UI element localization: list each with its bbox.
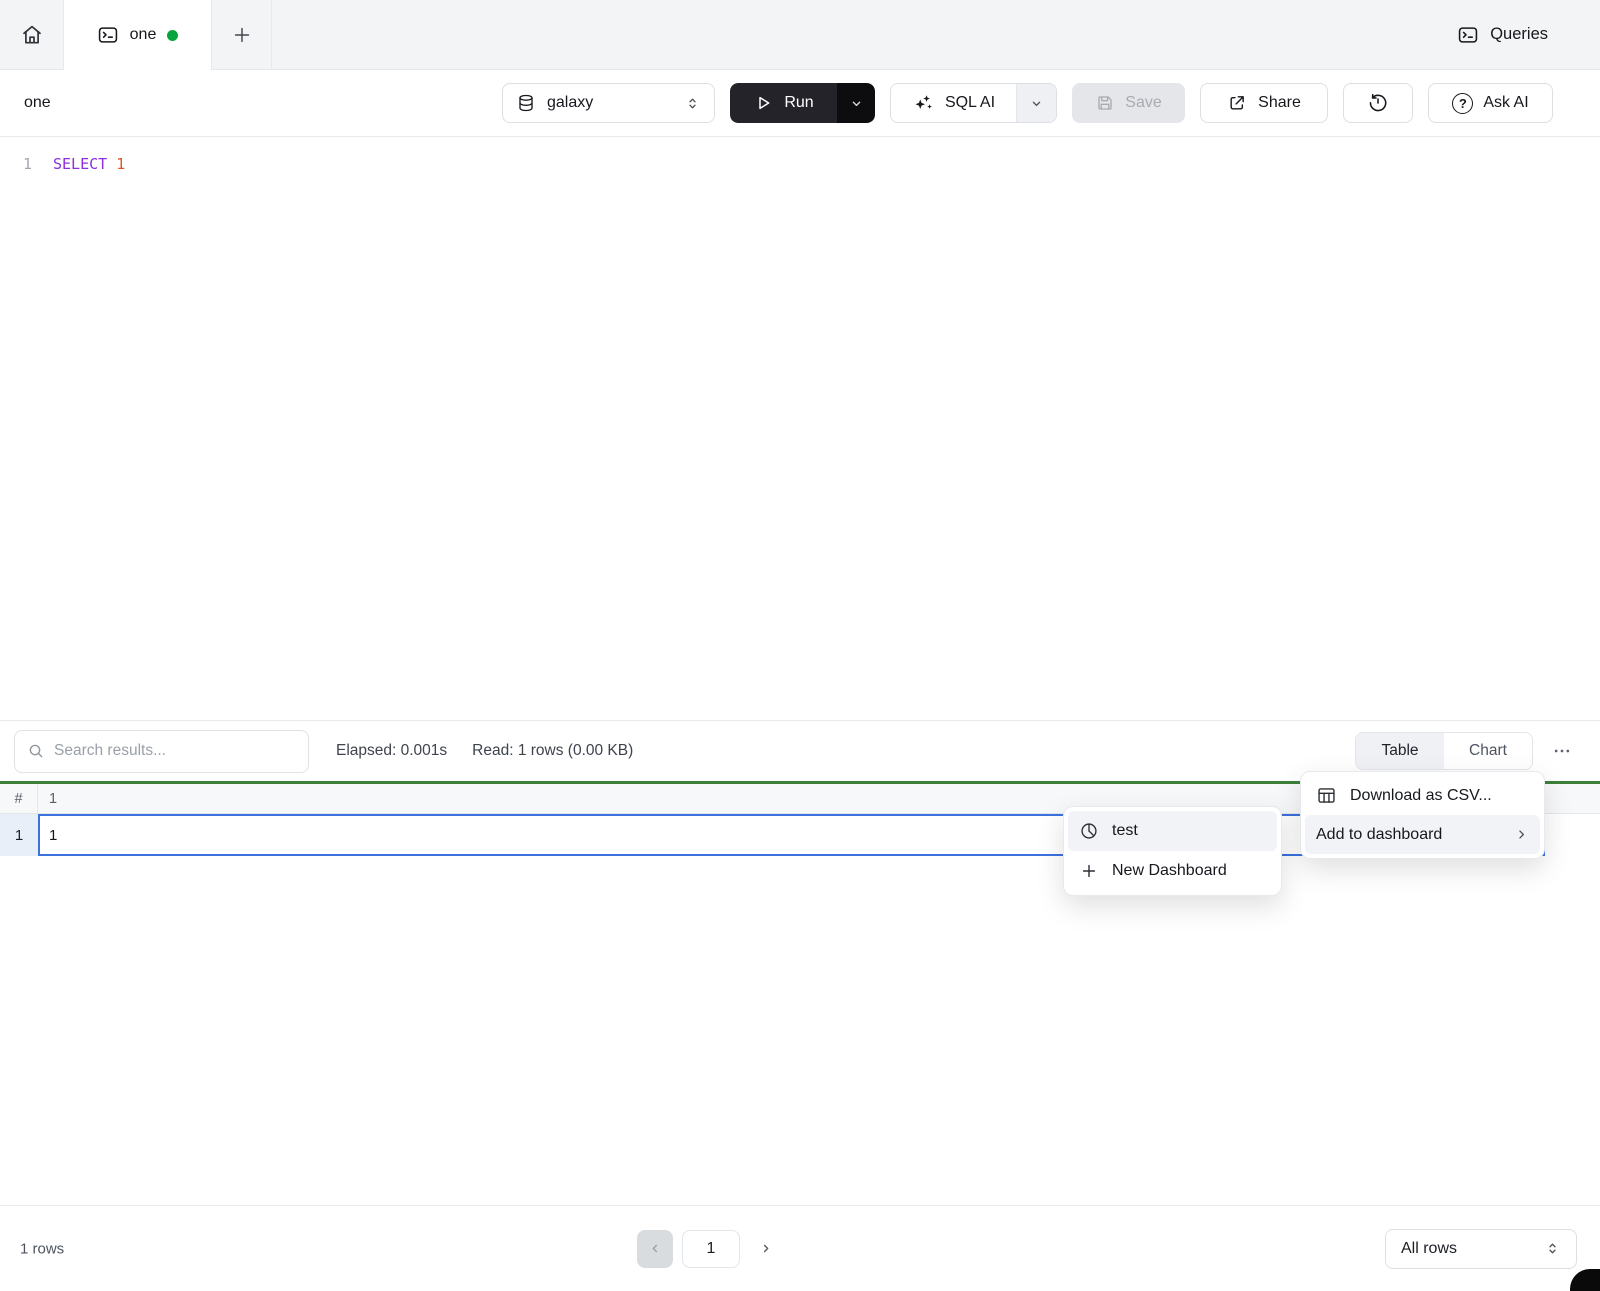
results-context-menu: Download as CSV... Add to dashboard bbox=[1300, 771, 1545, 859]
sql-ai-options-button[interactable] bbox=[1016, 84, 1056, 122]
new-tab-button[interactable] bbox=[211, 0, 272, 69]
page-size-value: All rows bbox=[1401, 1240, 1544, 1258]
line-number: 1 bbox=[0, 153, 32, 720]
read-stat: Read: 1 rows (0.00 KB) bbox=[472, 742, 633, 760]
search-results-input[interactable] bbox=[54, 742, 296, 760]
search-icon bbox=[27, 742, 45, 760]
table-view-tab[interactable]: Table bbox=[1356, 733, 1444, 769]
play-icon bbox=[753, 93, 773, 113]
chevron-left-icon bbox=[648, 1241, 663, 1256]
tab-bar-spacer bbox=[272, 0, 1457, 69]
new-dashboard-label: New Dashboard bbox=[1112, 862, 1266, 880]
run-options-button[interactable] bbox=[837, 83, 875, 123]
current-page-button[interactable]: 1 bbox=[682, 1230, 740, 1268]
database-value: galaxy bbox=[547, 94, 673, 112]
home-icon bbox=[20, 23, 44, 47]
query-toolbar: one galaxy Run bbox=[0, 70, 1600, 137]
add-to-dashboard-label: Add to dashboard bbox=[1316, 826, 1501, 844]
history-icon bbox=[1367, 92, 1389, 114]
sql-editor[interactable]: 1 SELECT 1 bbox=[0, 137, 1600, 720]
dashboard-item-label: test bbox=[1112, 822, 1266, 840]
results-more-button[interactable] bbox=[1546, 732, 1578, 770]
dashboard-item-test[interactable]: test bbox=[1068, 811, 1277, 851]
index-column-header: # bbox=[0, 784, 38, 813]
elapsed-stat: Elapsed: 0.001s bbox=[336, 742, 447, 760]
download-csv-label: Download as CSV... bbox=[1350, 787, 1529, 805]
share-button[interactable]: Share bbox=[1200, 83, 1328, 123]
share-icon bbox=[1227, 93, 1247, 113]
tab-label: one bbox=[130, 26, 157, 44]
database-icon bbox=[516, 93, 536, 113]
plus-icon bbox=[231, 24, 253, 46]
new-dashboard-menu-item[interactable]: New Dashboard bbox=[1068, 851, 1277, 891]
run-split-button: Run bbox=[730, 83, 875, 123]
query-title: one bbox=[24, 94, 51, 112]
sql-literal: 1 bbox=[116, 155, 125, 173]
toolbar-controls: galaxy Run bbox=[502, 83, 1553, 123]
queries-label: Queries bbox=[1490, 25, 1548, 44]
sql-ai-split-button: SQL AI bbox=[890, 83, 1057, 123]
ask-ai-button[interactable]: Ask AI bbox=[1428, 83, 1553, 123]
csv-table-icon bbox=[1316, 785, 1337, 806]
chevron-right-icon bbox=[1514, 827, 1529, 842]
dashboard-submenu: test New Dashboard bbox=[1063, 806, 1282, 896]
download-csv-menu-item[interactable]: Download as CSV... bbox=[1305, 776, 1540, 815]
sql-console-page: one Queries one bbox=[0, 0, 1600, 1291]
ask-ai-label: Ask AI bbox=[1483, 94, 1528, 112]
updown-chevron-icon bbox=[684, 95, 701, 112]
next-page-button[interactable] bbox=[749, 1230, 781, 1268]
rows-count: 1 rows bbox=[20, 1240, 64, 1257]
share-label: Share bbox=[1258, 94, 1301, 112]
plus-icon bbox=[1079, 861, 1099, 881]
chevron-down-icon bbox=[849, 96, 864, 111]
save-label: Save bbox=[1125, 94, 1161, 112]
updown-chevron-icon bbox=[1544, 1240, 1561, 1257]
sql-keyword: SELECT bbox=[53, 155, 107, 173]
chevron-right-icon bbox=[758, 1241, 773, 1256]
sql-ai-button[interactable]: SQL AI bbox=[891, 84, 1016, 122]
page-size-select[interactable]: All rows bbox=[1385, 1229, 1577, 1269]
pagination: 1 bbox=[637, 1230, 781, 1268]
row-index-cell[interactable]: 1 bbox=[0, 814, 38, 856]
search-results-box bbox=[14, 730, 309, 773]
home-tab[interactable] bbox=[0, 0, 64, 69]
chart-view-tab[interactable]: Chart bbox=[1444, 733, 1532, 769]
tab-one[interactable]: one bbox=[64, 0, 211, 70]
database-select[interactable]: galaxy bbox=[502, 83, 715, 123]
pie-chart-icon bbox=[1079, 821, 1099, 841]
save-icon bbox=[1095, 93, 1115, 113]
queries-terminal-icon bbox=[1457, 24, 1479, 46]
sparkles-icon bbox=[912, 92, 934, 114]
question-icon bbox=[1452, 93, 1473, 114]
code-line: SELECT 1 bbox=[32, 153, 125, 720]
results-footer: 1 rows 1 All rows bbox=[0, 1205, 1600, 1291]
sql-ai-label: SQL AI bbox=[945, 94, 995, 112]
add-to-dashboard-menu-item[interactable]: Add to dashboard bbox=[1305, 815, 1540, 854]
terminal-icon bbox=[97, 24, 119, 46]
view-toggle: Table Chart bbox=[1355, 732, 1533, 770]
unsaved-status-dot bbox=[167, 30, 178, 41]
save-button[interactable]: Save bbox=[1072, 83, 1185, 123]
history-button[interactable] bbox=[1343, 83, 1413, 123]
ellipsis-icon bbox=[1552, 741, 1572, 761]
chevron-down-icon bbox=[1029, 96, 1044, 111]
run-button[interactable]: Run bbox=[730, 83, 837, 123]
previous-page-button[interactable] bbox=[637, 1230, 673, 1268]
run-label: Run bbox=[784, 94, 813, 112]
tab-bar: one Queries bbox=[0, 0, 1600, 70]
queries-button[interactable]: Queries bbox=[1457, 0, 1600, 69]
